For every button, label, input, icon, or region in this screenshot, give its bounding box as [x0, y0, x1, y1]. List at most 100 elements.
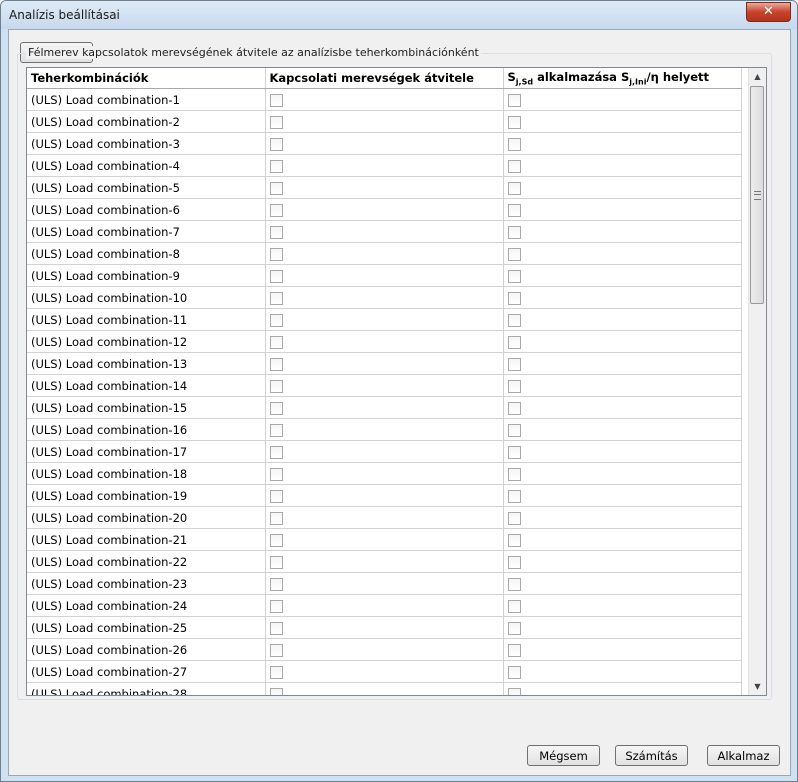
sjsd-usage-checkbox[interactable]: [507, 357, 521, 371]
stiffness-transfer-cell[interactable]: [265, 242, 504, 265]
sjsd-usage-checkbox[interactable]: [507, 687, 521, 695]
sjsd-usage-checkbox[interactable]: [507, 665, 521, 679]
stiffness-transfer-cell[interactable]: [265, 616, 504, 639]
sjsd-usage-checkbox[interactable]: [507, 489, 521, 503]
stiffness-transfer-cell[interactable]: [265, 110, 504, 133]
stiffness-transfer-checkbox[interactable]: [269, 379, 283, 393]
compute-button[interactable]: Számítás: [615, 745, 688, 766]
stiffness-transfer-checkbox[interactable]: [269, 665, 283, 679]
apply-button[interactable]: Alkalmaz: [707, 745, 780, 766]
col-header-stiffness-transfer[interactable]: Kapcsolati merevségek átvitele: [265, 68, 504, 89]
sjsd-usage-cell[interactable]: [503, 396, 742, 419]
sjsd-usage-cell[interactable]: [503, 110, 742, 133]
stiffness-transfer-checkbox[interactable]: [269, 555, 283, 569]
sjsd-usage-cell[interactable]: [503, 484, 742, 507]
sjsd-usage-checkbox[interactable]: [507, 137, 521, 151]
sjsd-usage-cell[interactable]: [503, 242, 742, 265]
stiffness-transfer-cell[interactable]: [265, 330, 504, 353]
stiffness-transfer-cell[interactable]: [265, 484, 504, 507]
sjsd-usage-checkbox[interactable]: [507, 115, 521, 129]
stiffness-transfer-cell[interactable]: [265, 132, 504, 155]
sjsd-usage-checkbox[interactable]: [507, 379, 521, 393]
sjsd-usage-cell[interactable]: [503, 264, 742, 287]
stiffness-transfer-cell[interactable]: [265, 88, 504, 111]
stiffness-transfer-cell[interactable]: [265, 506, 504, 529]
sjsd-usage-cell[interactable]: [503, 660, 742, 683]
vertical-scrollbar[interactable]: ▲ ▼: [748, 68, 766, 695]
close-button[interactable]: ✕: [746, 2, 791, 22]
stiffness-transfer-cell[interactable]: [265, 220, 504, 243]
sjsd-usage-cell[interactable]: [503, 682, 742, 695]
stiffness-transfer-checkbox[interactable]: [269, 313, 283, 327]
sjsd-usage-cell[interactable]: [503, 616, 742, 639]
sjsd-usage-checkbox[interactable]: [507, 247, 521, 261]
stiffness-transfer-checkbox[interactable]: [269, 115, 283, 129]
scroll-thumb[interactable]: [750, 86, 764, 304]
stiffness-transfer-checkbox[interactable]: [269, 577, 283, 591]
sjsd-usage-cell[interactable]: [503, 352, 742, 375]
stiffness-transfer-checkbox[interactable]: [269, 93, 283, 107]
sjsd-usage-checkbox[interactable]: [507, 577, 521, 591]
stiffness-transfer-cell[interactable]: [265, 154, 504, 177]
sjsd-usage-checkbox[interactable]: [507, 467, 521, 481]
stiffness-transfer-checkbox[interactable]: [269, 159, 283, 173]
stiffness-transfer-checkbox[interactable]: [269, 357, 283, 371]
stiffness-transfer-cell[interactable]: [265, 660, 504, 683]
sjsd-usage-checkbox[interactable]: [507, 533, 521, 547]
sjsd-usage-cell[interactable]: [503, 638, 742, 661]
sjsd-usage-cell[interactable]: [503, 440, 742, 463]
stiffness-transfer-checkbox[interactable]: [269, 533, 283, 547]
stiffness-transfer-checkbox[interactable]: [269, 489, 283, 503]
stiffness-transfer-cell[interactable]: [265, 594, 504, 617]
title-bar[interactable]: Analízis beállításai ✕: [1, 1, 797, 29]
sjsd-usage-cell[interactable]: [503, 308, 742, 331]
sjsd-usage-cell[interactable]: [503, 374, 742, 397]
stiffness-transfer-checkbox[interactable]: [269, 643, 283, 657]
stiffness-transfer-checkbox[interactable]: [269, 599, 283, 613]
sjsd-usage-cell[interactable]: [503, 572, 742, 595]
stiffness-transfer-cell[interactable]: [265, 396, 504, 419]
stiffness-transfer-cell[interactable]: [265, 462, 504, 485]
sjsd-usage-cell[interactable]: [503, 88, 742, 111]
sjsd-usage-checkbox[interactable]: [507, 621, 521, 635]
stiffness-transfer-cell[interactable]: [265, 198, 504, 221]
sjsd-usage-cell[interactable]: [503, 176, 742, 199]
stiffness-transfer-cell[interactable]: [265, 264, 504, 287]
stiffness-transfer-cell[interactable]: [265, 308, 504, 331]
col-header-combinations[interactable]: Teherkombinációk: [27, 68, 266, 89]
stiffness-transfer-checkbox[interactable]: [269, 203, 283, 217]
sjsd-usage-cell[interactable]: [503, 330, 742, 353]
sjsd-usage-cell[interactable]: [503, 594, 742, 617]
sjsd-usage-cell[interactable]: [503, 286, 742, 309]
stiffness-transfer-checkbox[interactable]: [269, 247, 283, 261]
stiffness-transfer-checkbox[interactable]: [269, 137, 283, 151]
stiffness-transfer-cell[interactable]: [265, 440, 504, 463]
stiffness-transfer-checkbox[interactable]: [269, 225, 283, 239]
stiffness-transfer-checkbox[interactable]: [269, 423, 283, 437]
stiffness-transfer-cell[interactable]: [265, 528, 504, 551]
sjsd-usage-cell[interactable]: [503, 462, 742, 485]
scroll-up-icon[interactable]: ▲: [749, 68, 766, 85]
sjsd-usage-checkbox[interactable]: [507, 181, 521, 195]
stiffness-transfer-cell[interactable]: [265, 638, 504, 661]
sjsd-usage-cell[interactable]: [503, 220, 742, 243]
stiffness-transfer-cell[interactable]: [265, 176, 504, 199]
sjsd-usage-cell[interactable]: [503, 132, 742, 155]
sjsd-usage-cell[interactable]: [503, 198, 742, 221]
stiffness-transfer-checkbox[interactable]: [269, 269, 283, 283]
stiffness-transfer-checkbox[interactable]: [269, 467, 283, 481]
cancel-button[interactable]: Mégsem: [527, 745, 600, 766]
sjsd-usage-checkbox[interactable]: [507, 511, 521, 525]
scroll-down-icon[interactable]: ▼: [749, 678, 766, 695]
stiffness-transfer-checkbox[interactable]: [269, 181, 283, 195]
sjsd-usage-checkbox[interactable]: [507, 555, 521, 569]
col-header-sjsd-usage[interactable]: Sj,Sd alkalmazása Sj,Ini/η helyett: [503, 68, 742, 89]
stiffness-transfer-cell[interactable]: [265, 286, 504, 309]
stiffness-transfer-cell[interactable]: [265, 418, 504, 441]
stiffness-transfer-checkbox[interactable]: [269, 621, 283, 635]
sjsd-usage-cell[interactable]: [503, 528, 742, 551]
sjsd-usage-checkbox[interactable]: [507, 423, 521, 437]
sjsd-usage-checkbox[interactable]: [507, 93, 521, 107]
stiffness-transfer-cell[interactable]: [265, 682, 504, 695]
sjsd-usage-checkbox[interactable]: [507, 401, 521, 415]
